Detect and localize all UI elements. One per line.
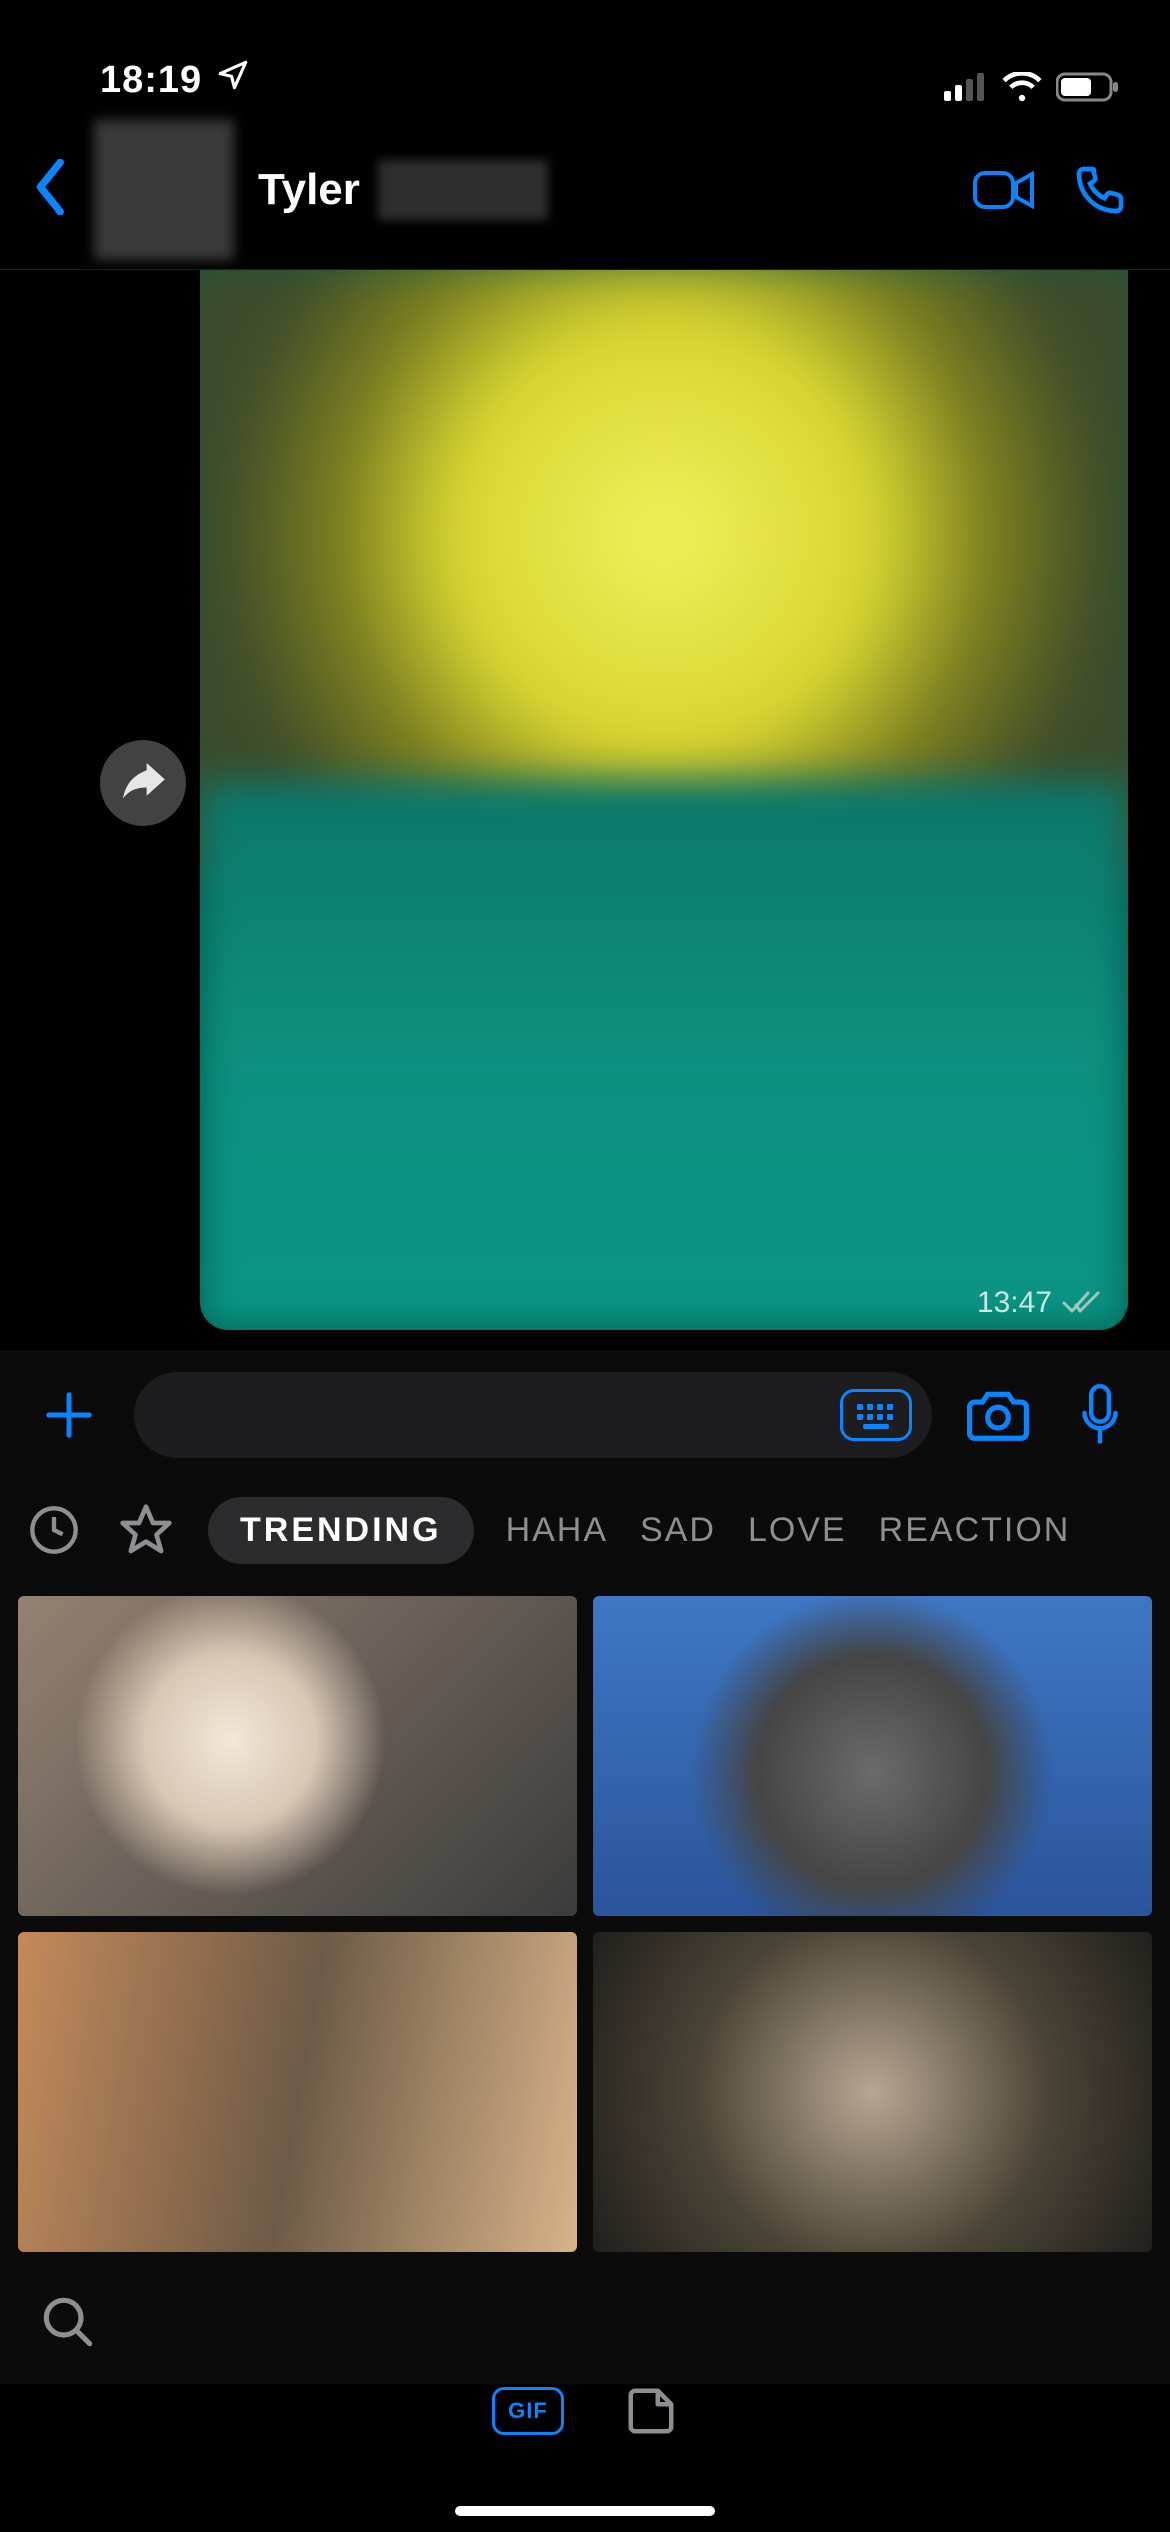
voice-message-button[interactable] [1064,1379,1136,1451]
chat-header: Tyler [0,110,1170,270]
audio-call-button[interactable] [1064,154,1136,226]
gif-category-bar: TRENDING HAHA SAD LOVE REACTION [0,1480,1170,1580]
status-bar: 18:19 [0,0,1170,110]
attach-button[interactable] [34,1388,104,1442]
chat-body[interactable]: 13:47 [0,270,1170,1350]
gif-tab[interactable]: GIF [492,2387,564,2435]
gif-category-trending[interactable]: TRENDING [208,1497,474,1564]
message-time: 13:47 [977,1286,1052,1320]
forward-button[interactable] [100,740,186,826]
message-input[interactable] [134,1372,932,1458]
recent-icon[interactable] [24,1500,84,1560]
contact-avatar[interactable] [94,120,234,260]
status-time: 18:19 [100,59,202,102]
gif-thumbnail[interactable] [593,1932,1152,2252]
wifi-icon [1002,72,1042,102]
message-text-redacted [200,780,1128,1330]
input-toolbar [0,1350,1170,1480]
gif-thumbnail[interactable] [18,1596,577,1916]
location-icon [216,58,250,102]
gif-search-button[interactable] [42,2296,94,2353]
back-button[interactable] [34,159,70,220]
video-call-button[interactable] [968,154,1040,226]
gif-category-sad[interactable]: SAD [640,1511,716,1550]
gif-thumbnail[interactable] [593,1596,1152,1916]
favorites-icon[interactable] [116,1500,176,1560]
contact-name[interactable]: Tyler [258,160,548,220]
gif-category-love[interactable]: LOVE [748,1511,847,1550]
cellular-icon [944,73,988,101]
gif-tab-label: GIF [508,2398,548,2424]
battery-icon [1056,72,1120,102]
keyboard-toggle-icon[interactable] [840,1389,912,1441]
home-indicator[interactable] [455,2506,715,2516]
gif-grid[interactable] [0,1580,1170,2264]
camera-button[interactable] [962,1379,1034,1451]
contact-name-label: Tyler [258,165,360,215]
sticker-tab[interactable] [624,2384,678,2438]
contact-name-redacted [378,160,548,220]
gif-category-haha[interactable]: HAHA [506,1511,608,1550]
gif-category-reaction[interactable]: REACTION [879,1511,1071,1550]
message-meta: 13:47 [977,1286,1102,1320]
sent-message-bubble[interactable]: 13:47 [200,270,1128,1330]
gif-thumbnail[interactable] [18,1932,577,2252]
read-receipt-icon [1062,1290,1102,1316]
picker-bar: GIF [0,2264,1170,2384]
